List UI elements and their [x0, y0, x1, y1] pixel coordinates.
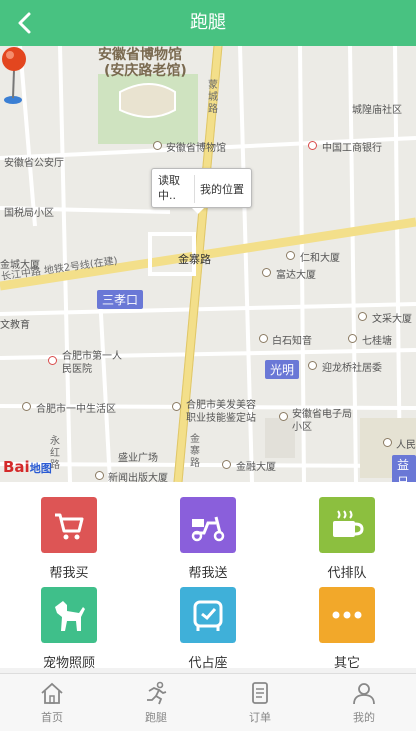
page-title: 跑腿 [190, 12, 226, 33]
more-icon [319, 587, 375, 643]
runner-icon [147, 681, 167, 705]
map-label-yonghe: 永红路 [50, 436, 60, 471]
coffee-icon [319, 497, 375, 553]
poi-marker [348, 334, 357, 343]
service-label: 其它 [333, 656, 360, 671]
nav-label: 订单 [249, 711, 271, 724]
service-label: 帮我买 [49, 566, 89, 581]
app-header: 跑腿 [0, 0, 416, 46]
map-label-shengyi: 盛业广场 [118, 453, 158, 464]
home-icon [41, 682, 63, 704]
bank-poi-marker [308, 141, 317, 150]
service-buy-button[interactable]: 帮我买 [0, 497, 138, 581]
service-label: 代占座 [188, 656, 228, 671]
poi-marker [383, 438, 392, 447]
poi-marker [95, 471, 104, 480]
poi-marker [259, 334, 268, 343]
my-location-label: 我的位置 [200, 183, 244, 196]
bottom-nav: 首页 跑腿 订单 我的 [0, 673, 416, 731]
map-label-wenmi: 文采大厦 [372, 314, 412, 325]
metro-station-tag: 三孝口 [97, 290, 144, 309]
bubble-divider [194, 175, 195, 203]
poi-marker [172, 402, 181, 411]
poi-marker [262, 268, 271, 277]
map-label-renmin: 人民 [396, 440, 416, 451]
map-label-yizhong: 合肥市一中生活区 [36, 404, 116, 415]
map-label-chenglong: 城隍庙社区 [352, 105, 402, 116]
user-icon [353, 683, 375, 705]
service-label: 宠物照顾 [42, 656, 95, 671]
map-label-guoshui: 国税局小区 [4, 208, 54, 219]
cart-icon [41, 497, 97, 553]
baidu-logo-sub: 地图 [29, 462, 52, 475]
nav-item-orders[interactable]: 订单 [208, 674, 312, 731]
map-view[interactable]: 安徽省博物馆 (安庆路老馆) 安徽省博物馆 蒙城路 城隍庙社区 中国工商银行 安… [0, 46, 416, 482]
baidu-logo-text: Bai [3, 458, 30, 476]
service-label: 帮我送 [188, 566, 228, 581]
metro-station-tag: 益日 [392, 455, 416, 482]
poi-marker [358, 312, 367, 321]
service-pet-button[interactable]: 宠物照顾 [0, 587, 138, 671]
baidu-logo: Bai地图 [3, 458, 52, 476]
poi-marker [153, 141, 162, 150]
map-label-museum-sub: (安庆路老馆) [104, 63, 187, 79]
hospital-poi-marker [48, 356, 57, 365]
location-bubble[interactable]: 读取中.. 我的位置 [151, 168, 252, 214]
nav-label: 跑腿 [145, 711, 167, 724]
service-grid: 帮我买 帮我送 代排队 宠物照顾 代占座 其它 [0, 482, 416, 671]
map-label-gongan: 安徽省公安厅 [4, 158, 64, 169]
nav-item-mine[interactable]: 我的 [312, 674, 416, 731]
nav-item-errand[interactable]: 跑腿 [104, 674, 208, 731]
service-other-button[interactable]: 其它 [278, 587, 416, 671]
dog-icon [41, 587, 97, 643]
map-label-renhe: 仁和大厦 [300, 253, 340, 264]
seat-icon [180, 587, 236, 643]
map-label-dianzi: 安徽省电子局小区 [292, 409, 352, 433]
nav-label: 我的 [353, 711, 375, 724]
map-label-mengcheng-road: 蒙城路 [208, 80, 218, 115]
nav-label: 首页 [41, 711, 63, 724]
service-queue-button[interactable]: 代排队 [278, 497, 416, 581]
map-label-museum-poi: 安徽省博物馆 [166, 143, 226, 154]
poi-marker [308, 361, 317, 370]
poi-marker [222, 460, 231, 469]
map-label-xinwen: 新闻出版大厦 [108, 473, 168, 482]
map-label-qigui: 七桂塘 [362, 336, 392, 347]
service-label: 代排队 [327, 566, 367, 581]
poi-marker [286, 251, 295, 260]
map-label-jinrong: 金融大厦 [236, 462, 276, 473]
map-label-yingshe: 迎龙桥社居委 [322, 363, 382, 374]
scooter-icon [180, 497, 236, 553]
service-seat-button[interactable]: 代占座 [139, 587, 277, 671]
map-label-jinzhai: 金寨路 [178, 253, 211, 266]
map-label-hospital: 合肥市第一人民医院 [62, 351, 122, 375]
service-deliver-button[interactable]: 帮我送 [139, 497, 277, 581]
nav-item-home[interactable]: 首页 [0, 674, 104, 731]
map-label-wenjiao: 文教育 [0, 320, 30, 331]
location-pin-icon [2, 47, 26, 104]
map-label-jinzhai2: 金寨路 [190, 434, 200, 469]
metro-station-tag: 光明 [265, 360, 300, 379]
map-label-baishi: 白石知音 [272, 336, 312, 347]
map-label-icbc: 中国工商银行 [322, 143, 382, 154]
poi-marker [22, 402, 31, 411]
order-icon [252, 682, 268, 704]
reading-status: 读取中.. [158, 174, 180, 202]
map-label-fuda: 富达大厦 [276, 270, 316, 281]
poi-marker [279, 412, 288, 421]
map-label-meifa: 合肥市美发美容职业技能鉴定站 [186, 400, 256, 424]
